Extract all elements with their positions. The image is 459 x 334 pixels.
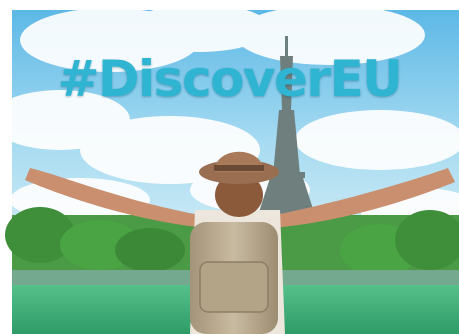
- hashtag-title: #DiscoverEU: [57, 50, 403, 108]
- discover-eu-banner: #DiscoverEU: [0, 0, 459, 334]
